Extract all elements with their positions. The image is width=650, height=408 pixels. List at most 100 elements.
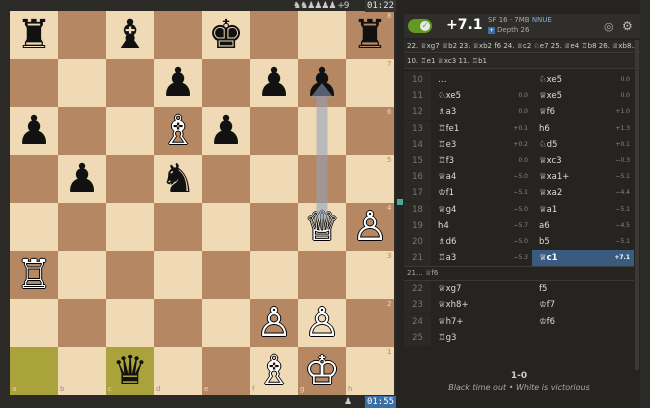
square-b6[interactable] — [58, 107, 106, 155]
black-move[interactable]: ♘xe5 0.0 — [532, 72, 634, 88]
white-move[interactable]: ♖a3 −5.3 — [431, 250, 532, 266]
square-a2[interactable] — [10, 299, 58, 347]
black-move[interactable]: ♕xa2 −4.4 — [532, 185, 634, 201]
black-move[interactable]: b5 −5.1 — [532, 234, 634, 250]
square-c4[interactable] — [106, 203, 154, 251]
black-move[interactable]: a6 −4.5 — [532, 218, 634, 234]
white-bishop-f1[interactable]: ♗ — [250, 347, 298, 395]
square-b7[interactable] — [58, 59, 106, 107]
variation-line[interactable]: 21… ♕f6 — [404, 266, 634, 282]
pv-line-1[interactable]: 22. ♕xg7 ♕b2 23. ♕xb2 f6 24. ♕c2 ♘e7 25.… — [404, 40, 640, 53]
square-b4[interactable] — [58, 203, 106, 251]
square-a1[interactable] — [10, 347, 58, 395]
black-move[interactable]: ♘d5 +0.1 — [532, 137, 634, 153]
white-move[interactable]: ♘xe5 0.0 — [431, 88, 532, 104]
square-e7[interactable] — [202, 59, 250, 107]
black-pawn-a6[interactable]: ♟ — [10, 107, 58, 155]
black-knight-d5[interactable]: ♞ — [154, 155, 202, 203]
black-pawn-e6[interactable]: ♟ — [202, 107, 250, 155]
white-pawn-f2[interactable]: ♙ — [250, 299, 298, 347]
black-pawn-b5[interactable]: ♟ — [58, 155, 106, 203]
square-b3[interactable] — [58, 251, 106, 299]
black-move[interactable]: f5 — [532, 281, 634, 297]
engine-toggle[interactable]: ✓ — [408, 19, 432, 33]
white-move[interactable]: ♕g4 −5.0 — [431, 202, 532, 218]
square-d4[interactable] — [154, 203, 202, 251]
square-e5[interactable] — [202, 155, 250, 203]
black-move[interactable]: ♕xe5 0.0 — [532, 88, 634, 104]
white-move[interactable]: ♖e3 +0.2 — [431, 137, 532, 153]
square-g8[interactable] — [298, 11, 346, 59]
white-move[interactable]: ♗a3 0.0 — [431, 104, 532, 120]
black-move[interactable]: ♕xc3 −0.3 — [532, 153, 634, 169]
square-c3[interactable] — [106, 251, 154, 299]
black-move[interactable] — [532, 330, 634, 346]
black-move[interactable]: ♕xa1+ −5.1 — [532, 169, 634, 185]
black-move[interactable]: h6 +1.3 — [532, 121, 634, 137]
square-e3[interactable] — [202, 251, 250, 299]
white-move[interactable]: … — [431, 72, 532, 88]
square-d3[interactable] — [154, 251, 202, 299]
white-move[interactable]: ♖f3 0.0 — [431, 153, 532, 169]
square-g6[interactable] — [298, 107, 346, 155]
white-queen-g4[interactable]: ♕ — [298, 203, 346, 251]
black-move[interactable]: ♕c1 +7.1 — [532, 250, 634, 267]
white-move[interactable]: ♖g3 — [431, 330, 532, 346]
white-bishop-d6[interactable]: ♗ — [154, 107, 202, 155]
black-pawn-d7[interactable]: ♟ — [154, 59, 202, 107]
square-f5[interactable] — [250, 155, 298, 203]
square-c7[interactable] — [106, 59, 154, 107]
square-g5[interactable] — [298, 155, 346, 203]
square-d2[interactable] — [154, 299, 202, 347]
square-a7[interactable] — [10, 59, 58, 107]
black-rook-a8[interactable]: ♜ — [10, 11, 58, 59]
black-move[interactable]: ♔f6 — [532, 314, 634, 330]
black-king-e8[interactable]: ♚ — [202, 11, 250, 59]
white-pawn-h4[interactable]: ♙ — [346, 203, 394, 251]
square-b2[interactable] — [58, 299, 106, 347]
scrollbar-track[interactable] — [635, 40, 639, 370]
square-a4[interactable] — [10, 203, 58, 251]
white-king-g1[interactable]: ♔ — [298, 347, 346, 395]
black-move[interactable]: ♕a1 −5.1 — [532, 202, 634, 218]
black-pawn-f7[interactable]: ♟ — [250, 59, 298, 107]
gear-icon[interactable]: ⚙ — [622, 19, 633, 33]
pv-line-2[interactable]: 10. ♖e1 ♕xc3 11. ♖b1 — [404, 54, 640, 69]
square-e2[interactable] — [202, 299, 250, 347]
square-f8[interactable] — [250, 11, 298, 59]
white-pawn-g2[interactable]: ♙ — [298, 299, 346, 347]
white-move[interactable]: ♕xg7 — [431, 281, 532, 297]
white-move[interactable]: ♕a4 −5.0 — [431, 169, 532, 185]
black-pawn-g7[interactable]: ♟ — [298, 59, 346, 107]
square-b1[interactable] — [58, 347, 106, 395]
square-b8[interactable] — [58, 11, 106, 59]
square-f6[interactable] — [250, 107, 298, 155]
move-number: 24 — [404, 313, 431, 330]
square-a5[interactable] — [10, 155, 58, 203]
square-e1[interactable] — [202, 347, 250, 395]
square-d1[interactable] — [154, 347, 202, 395]
chess-board[interactable]: 8 7 6 5 4 3 2 1 a b c d e f g h ♜ ♝ ♚ ♜ ♟ ♟ ♟ ♟ ♗ ♟ ♟ ♞ ♕ ♙ ♖ ♙ ♙ ♛ ♗ ♔ — [10, 11, 394, 395]
black-bishop-c8[interactable]: ♝ — [106, 11, 154, 59]
white-move[interactable]: h4 −5.7 — [431, 218, 532, 234]
white-rook-a3[interactable]: ♖ — [10, 251, 58, 299]
white-move[interactable]: ♔f1 −5.1 — [431, 185, 532, 201]
square-d8[interactable] — [154, 11, 202, 59]
square-c6[interactable] — [106, 107, 154, 155]
black-rook-h8[interactable]: ♜ — [346, 11, 394, 59]
square-f3[interactable] — [250, 251, 298, 299]
square-c2[interactable] — [106, 299, 154, 347]
white-move[interactable]: ♖fe1 +0.1 — [431, 121, 532, 137]
square-c5[interactable] — [106, 155, 154, 203]
white-move[interactable]: ♕xh8+ — [431, 297, 532, 313]
square-e4[interactable] — [202, 203, 250, 251]
white-move[interactable]: ♕h7+ — [431, 314, 532, 330]
square-f4[interactable] — [250, 203, 298, 251]
black-move[interactable]: ♔f7 — [532, 297, 634, 313]
square-g3[interactable] — [298, 251, 346, 299]
black-move[interactable]: ♕f6 +1.0 — [532, 104, 634, 120]
white-move[interactable]: ♗d6 −5.0 — [431, 234, 532, 250]
target-icon[interactable]: ◎ — [604, 20, 614, 33]
black-queen-c1[interactable]: ♛ — [106, 347, 154, 395]
drag-handle[interactable] — [397, 199, 403, 205]
